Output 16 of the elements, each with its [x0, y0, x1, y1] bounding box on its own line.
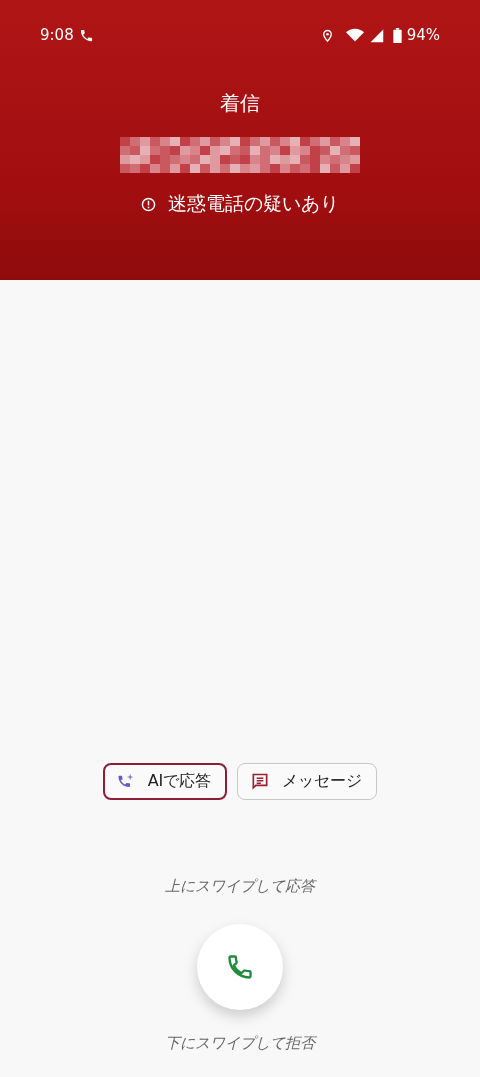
message-button[interactable]: メッセージ — [237, 763, 378, 800]
spam-warning: 迷惑電話の疑いあり — [168, 191, 339, 216]
swipe-up-hint: 上にスワイプして応答 — [165, 877, 315, 896]
message-icon — [250, 771, 271, 792]
alert-icon — [141, 196, 156, 212]
status-time: 9:08 — [40, 26, 74, 44]
battery-icon — [392, 27, 402, 43]
wifi-icon — [345, 27, 364, 43]
phone-icon — [226, 953, 254, 981]
phone-icon — [78, 27, 94, 43]
signal-icon — [368, 27, 384, 43]
answer-button[interactable] — [197, 924, 283, 1010]
call-label: 着信 — [220, 90, 260, 117]
battery-percent: 94% — [406, 26, 440, 44]
swipe-down-hint: 下にスワイプして拒否 — [165, 1034, 315, 1053]
ai-answer-button[interactable]: AIで応答 — [102, 763, 228, 800]
